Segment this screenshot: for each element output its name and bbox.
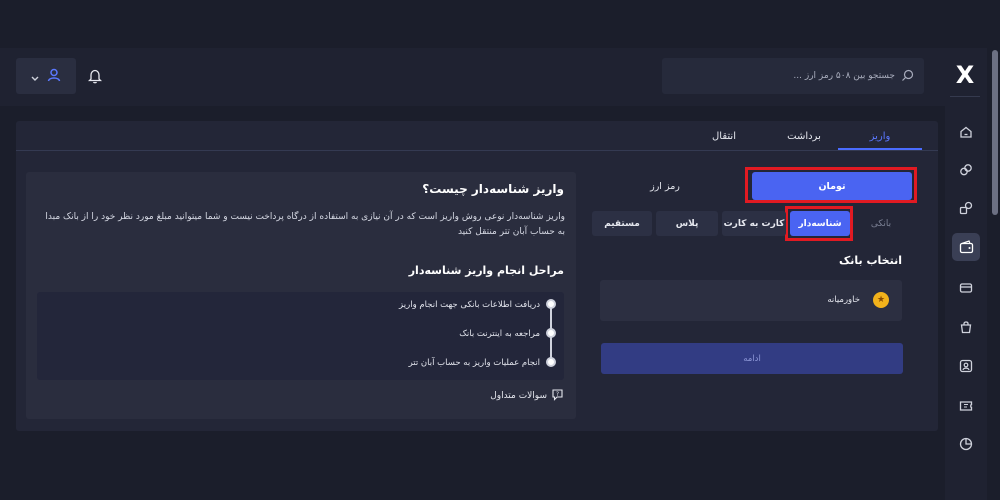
method-plus-button[interactable]: پلاس xyxy=(656,211,718,236)
logo-text: X xyxy=(955,61,975,89)
scrollbar-thumb[interactable] xyxy=(992,50,998,215)
highlight-frame xyxy=(745,167,917,203)
home-icon[interactable] xyxy=(952,118,980,146)
info-title: واریز شناسه‌دار چیست؟ xyxy=(422,182,564,196)
step-item: انجام عملیات واریز به حساب آبان تتر xyxy=(408,358,540,368)
bottom-strip xyxy=(0,452,945,500)
bag-icon[interactable] xyxy=(952,313,980,341)
search-input[interactable] xyxy=(662,71,901,81)
wallet-icon[interactable] xyxy=(952,233,980,261)
faq-link[interactable]: ? سوالات متداول xyxy=(490,388,564,404)
question-icon: ? xyxy=(551,388,564,404)
tab-deposit[interactable]: واریز xyxy=(840,121,920,151)
tab-withdraw[interactable]: برداشت xyxy=(764,121,844,151)
card-icon[interactable] xyxy=(952,274,980,302)
search-icon xyxy=(901,67,914,86)
tab-transfer[interactable]: انتقال xyxy=(684,121,764,151)
user-card-icon[interactable] xyxy=(952,352,980,380)
sidebar-divider xyxy=(950,96,980,97)
method-direct-button[interactable]: مستقیم xyxy=(592,211,652,236)
chevron-down-icon xyxy=(31,67,39,86)
faq-label: سوالات متداول xyxy=(490,391,547,401)
bell-icon[interactable] xyxy=(84,64,106,88)
logo[interactable]: X xyxy=(950,58,980,92)
method-bank-button[interactable]: بانکی xyxy=(856,211,906,236)
info-description: واریز شناسه‌دار نوعی روش واریز است که در… xyxy=(45,212,565,237)
bank-name: خاورمیانه xyxy=(827,295,860,305)
top-strip xyxy=(0,0,1000,48)
user-icon xyxy=(47,67,61,86)
svg-text:?: ? xyxy=(556,391,559,398)
currency-crypto-button[interactable]: رمز ارز xyxy=(592,172,738,200)
highlight-frame xyxy=(785,206,853,241)
bank-logo-icon: ★ xyxy=(873,292,889,308)
search-bar[interactable] xyxy=(662,58,924,94)
step-item: دریافت اطلاعات بانکی جهت انجام واریز xyxy=(399,300,540,310)
step-dot xyxy=(546,299,556,309)
steps-title: مراحل انجام واریز شناسه‌دار xyxy=(408,264,564,277)
step-item: مراجعه به اینترنت بانک xyxy=(459,329,540,339)
convert-icon[interactable] xyxy=(952,194,980,222)
continue-button[interactable]: ادامه xyxy=(601,343,903,374)
active-tab-indicator xyxy=(838,148,922,150)
ticket-icon[interactable] xyxy=(952,392,980,420)
step-dot xyxy=(546,357,556,367)
user-menu-button[interactable] xyxy=(16,58,76,94)
chart-icon[interactable] xyxy=(952,430,980,458)
step-dot xyxy=(546,328,556,338)
method-card-to-card-button[interactable]: کارت به کارت xyxy=(722,211,786,236)
select-bank-label: انتخاب بانک xyxy=(839,254,902,267)
exchange-icon[interactable] xyxy=(952,156,980,184)
